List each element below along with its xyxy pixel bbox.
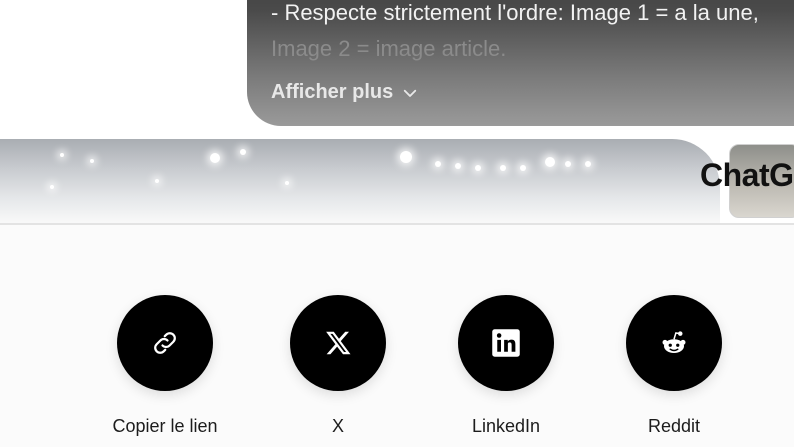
- message-line-1: - Respecte strictement l'ordre: Image 1 …: [271, 0, 759, 25]
- banner-image: [0, 139, 720, 225]
- brand-title: ChatG: [700, 157, 794, 193]
- share-label-x: X: [331, 416, 344, 436]
- share-card-header: [0, 139, 794, 225]
- show-more-button[interactable]: Afficher plus: [271, 81, 419, 104]
- share-reddit[interactable]: Reddit: [604, 295, 744, 437]
- share-label-linkedin: LinkedIn: [471, 416, 541, 436]
- linkedin-button[interactable]: [458, 295, 554, 391]
- reddit-button[interactable]: [626, 295, 722, 391]
- message-line-2: Image 2 = image article.: [271, 36, 507, 61]
- share-label-reddit: Reddit: [647, 416, 701, 436]
- share-options: Copier le lien X LinkedIn Reddit: [0, 225, 794, 447]
- linkedin-icon: [492, 329, 520, 357]
- reddit-icon: [662, 331, 686, 353]
- share-x[interactable]: X: [268, 295, 408, 437]
- message-bubble: - Respecte strictement l'ordre: Image 1 …: [247, 0, 794, 126]
- copy-link-button[interactable]: [117, 295, 213, 391]
- share-copy-link[interactable]: Copier le lien: [95, 295, 235, 437]
- link-icon: [154, 332, 176, 354]
- show-more-label: Afficher plus: [271, 81, 394, 103]
- share-linkedin[interactable]: LinkedIn: [436, 295, 576, 437]
- x-button[interactable]: [290, 295, 386, 391]
- chevron-down-icon: [404, 89, 417, 97]
- share-label-copy-link: Copier le lien: [112, 416, 218, 436]
- x-icon: [326, 331, 351, 355]
